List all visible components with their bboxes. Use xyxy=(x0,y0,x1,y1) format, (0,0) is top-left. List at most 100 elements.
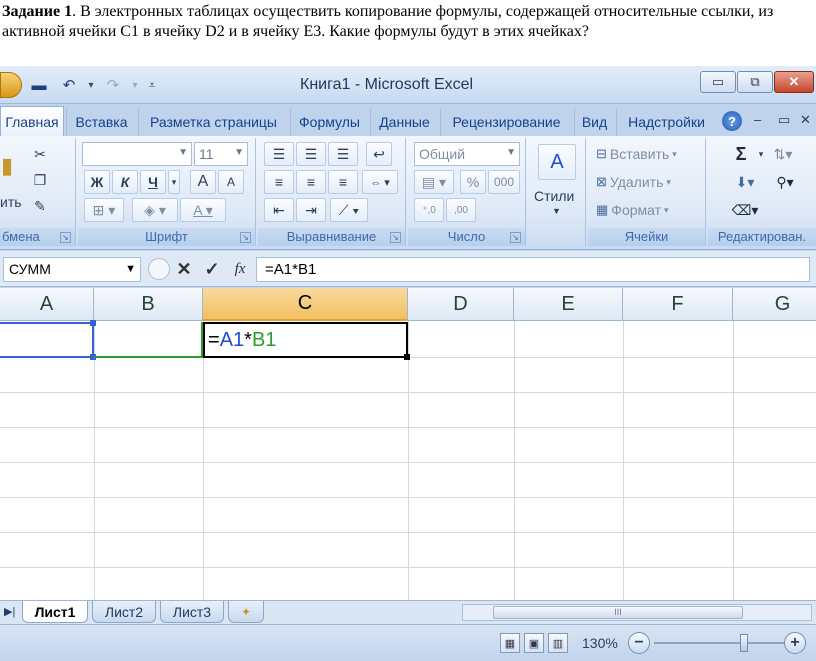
column-header-g[interactable]: G xyxy=(733,288,816,321)
enter-button[interactable]: ✓ xyxy=(200,256,224,282)
orientation-icon[interactable]: ⟋ ▾ xyxy=(330,198,368,222)
decrease-decimal-icon[interactable]: ,00 xyxy=(446,198,476,222)
sheet-tab-2[interactable]: Лист2 xyxy=(92,601,156,623)
styles-dropdown-icon[interactable]: ▼ xyxy=(552,206,561,216)
office-button[interactable] xyxy=(0,72,22,98)
tab-formulas[interactable]: Формулы xyxy=(290,108,368,136)
font-color-button[interactable]: A ▾ xyxy=(180,198,226,222)
cancel-button[interactable]: ✕ xyxy=(172,256,196,282)
name-box-dropdown-icon[interactable]: ▼ xyxy=(125,258,136,281)
currency-format-icon[interactable]: ▤ ▾ xyxy=(414,170,454,194)
increase-indent-icon[interactable]: ⇥ xyxy=(296,198,326,222)
column-header-d[interactable]: D xyxy=(408,288,514,321)
underline-button[interactable]: Ч xyxy=(140,170,166,194)
sheet-nav-next-icon[interactable]: ▶| xyxy=(4,605,15,618)
italic-button[interactable]: К xyxy=(112,170,138,194)
fill-color-button[interactable]: ◈ ▾ xyxy=(132,198,178,222)
number-format-combo[interactable]: Общий ▼ xyxy=(414,142,520,166)
tab-page-layout[interactable]: Разметка страницы xyxy=(138,108,288,136)
horizontal-scrollbar[interactable]: III xyxy=(462,604,812,621)
undo-icon[interactable]: ↶ xyxy=(56,74,82,96)
align-top-icon[interactable]: ☰ xyxy=(264,142,294,166)
paste-icon[interactable]: ▮ xyxy=(0,144,14,188)
format-painter-icon[interactable]: ✎ xyxy=(28,194,52,218)
column-header-a[interactable]: A xyxy=(0,288,94,321)
dialog-launcher-icon[interactable]: ↘ xyxy=(390,232,401,243)
align-right-icon[interactable]: ≡ xyxy=(328,170,358,194)
zoom-out-button[interactable]: − xyxy=(628,632,650,654)
paste-button[interactable]: ить xyxy=(0,194,22,210)
minimize-button[interactable]: ▭ xyxy=(700,71,736,93)
help-icon[interactable]: ? xyxy=(722,111,742,131)
autosum-button[interactable]: Σ xyxy=(728,142,754,166)
tab-addins[interactable]: Надстройки xyxy=(616,108,716,136)
tab-review[interactable]: Рецензирование xyxy=(440,108,572,136)
decrease-indent-icon[interactable]: ⇤ xyxy=(264,198,294,222)
name-box[interactable]: СУММ ▼ xyxy=(3,257,141,282)
sheet-tab-3[interactable]: Лист3 xyxy=(160,601,224,623)
normal-view-icon[interactable]: ▦ xyxy=(500,633,520,653)
insert-sheet-icon[interactable]: ✦ xyxy=(228,601,264,623)
insert-function-button[interactable]: fx xyxy=(228,256,252,282)
grow-font-button[interactable]: A xyxy=(190,170,216,194)
tab-view[interactable]: Вид xyxy=(574,108,614,136)
customize-toolbar-icon[interactable]: ⩡ xyxy=(144,74,160,96)
tab-home[interactable]: Главная xyxy=(0,106,64,136)
dialog-launcher-icon[interactable]: ↘ xyxy=(240,232,251,243)
close-button[interactable]: ✕ xyxy=(774,71,814,93)
sheet-tab-1[interactable]: Лист1 xyxy=(22,601,88,623)
align-center-icon[interactable]: ≡ xyxy=(296,170,326,194)
clear-icon[interactable]: ⌫▾ xyxy=(728,198,762,222)
wrap-text-icon[interactable]: ↩ xyxy=(366,142,392,166)
zoom-in-button[interactable]: + xyxy=(784,632,806,654)
borders-button[interactable]: ⊞ ▾ xyxy=(84,198,124,222)
column-header-c[interactable]: C xyxy=(203,288,408,321)
zoom-slider-track[interactable] xyxy=(654,642,784,644)
delete-cells-button[interactable]: ⊠ Удалить ▾ xyxy=(596,174,671,190)
redo-icon[interactable]: ↷ xyxy=(100,74,126,96)
cut-icon[interactable]: ✂ xyxy=(28,142,52,166)
zoom-slider-thumb[interactable] xyxy=(740,634,748,652)
undo-dropdown-icon[interactable]: ▾ xyxy=(86,74,96,96)
percent-style-button[interactable]: % xyxy=(460,170,486,194)
bold-button[interactable]: Ж xyxy=(84,170,110,194)
align-left-icon[interactable]: ≡ xyxy=(264,170,294,194)
sort-filter-icon[interactable]: ⇅▾ xyxy=(768,142,798,166)
column-header-e[interactable]: E xyxy=(514,288,623,321)
formula-input[interactable]: =A1*B1 xyxy=(256,257,810,282)
fill-icon[interactable]: ⬇▾ xyxy=(728,170,762,194)
save-icon[interactable]: ▬ xyxy=(26,74,52,96)
tab-insert[interactable]: Вставка xyxy=(66,108,136,136)
page-break-view-icon[interactable]: ▥ xyxy=(548,633,568,653)
restore-button[interactable]: ⧉ xyxy=(737,71,773,93)
styles-button[interactable]: Стили xyxy=(534,188,574,204)
fill-handle[interactable] xyxy=(404,354,410,360)
column-header-b[interactable]: B xyxy=(94,288,203,321)
ribbon-close-icon[interactable]: ✕ xyxy=(800,112,811,128)
autosum-dropdown-icon[interactable]: ▾ xyxy=(754,142,768,166)
shrink-font-button[interactable]: A xyxy=(218,170,244,194)
redo-dropdown-icon[interactable]: ▾ xyxy=(130,74,140,96)
styles-icon[interactable]: A xyxy=(538,144,576,180)
font-size-combo[interactable]: 11 ▼ xyxy=(194,142,248,166)
comma-style-button[interactable]: 000 xyxy=(488,170,520,194)
font-name-combo[interactable]: ▼ xyxy=(82,142,192,166)
tab-data[interactable]: Данные xyxy=(370,108,438,136)
formula-bar-expand-icon[interactable] xyxy=(148,258,170,280)
active-cell-c1[interactable]: =A1*B1 xyxy=(203,322,408,358)
copy-icon[interactable]: ❐ xyxy=(28,168,52,192)
column-header-f[interactable]: F xyxy=(623,288,733,321)
horizontal-scroll-thumb[interactable]: III xyxy=(493,606,743,619)
align-middle-icon[interactable]: ☰ xyxy=(296,142,326,166)
dialog-launcher-icon[interactable]: ↘ xyxy=(60,232,71,243)
ribbon-minimize-icon[interactable]: – xyxy=(754,112,761,127)
align-bottom-icon[interactable]: ☰ xyxy=(328,142,358,166)
find-select-icon[interactable]: ⚲▾ xyxy=(768,170,802,194)
page-layout-view-icon[interactable]: ▣ xyxy=(524,633,544,653)
dialog-launcher-icon[interactable]: ↘ xyxy=(510,232,521,243)
underline-dropdown-icon[interactable]: ▾ xyxy=(168,170,180,194)
insert-cells-button[interactable]: ⊟ Вставить ▾ xyxy=(596,146,677,162)
merge-cells-icon[interactable]: ⇔ ▾ xyxy=(362,170,398,194)
increase-decimal-icon[interactable]: ⁺,0 xyxy=(414,198,444,222)
zoom-level[interactable]: 130% xyxy=(582,635,618,651)
